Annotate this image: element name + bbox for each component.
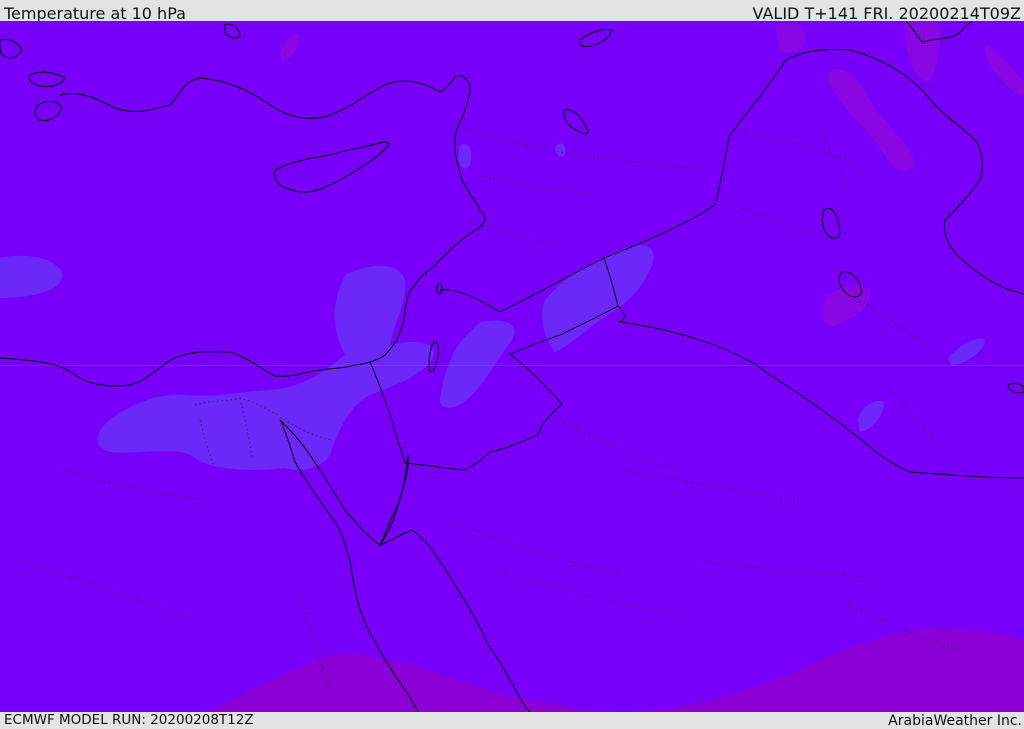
valid-time-label: VALID T+141 FRI. 20200214T09Z (752, 4, 1021, 23)
model-run-label: ECMWF MODEL RUN: 20200208T12Z (4, 711, 254, 728)
temperature-map[interactable] (0, 21, 1024, 712)
map-title: Temperature at 10 hPa (4, 4, 186, 23)
map-frame: Temperature at 10 hPa VALID T+141 FRI. 2… (0, 0, 1024, 729)
credit-label: ArabiaWeather Inc. (888, 713, 1022, 729)
